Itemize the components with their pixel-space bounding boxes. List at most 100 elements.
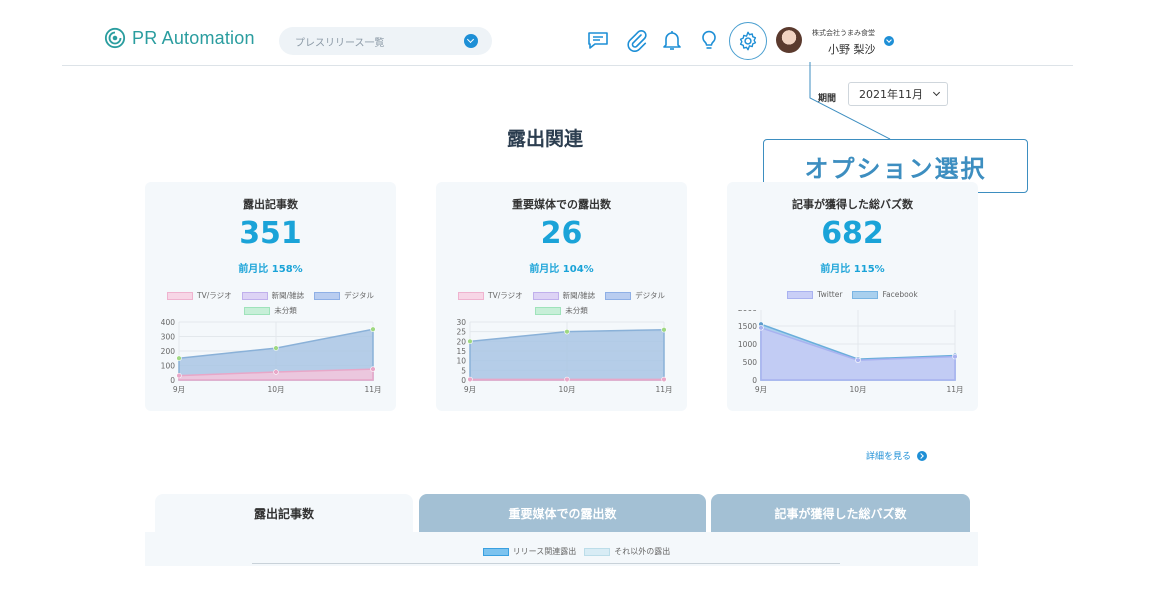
chat-icon[interactable] [586,28,610,52]
metric-card-articles: 露出記事数 351 前月比 158% TV/ラジオ 新聞/雑誌 デジタル 未分類 01… [145,182,396,411]
y-tick-label: 2000 [738,310,757,313]
legend-item: リリース関連露出 [482,546,577,557]
data-point [661,376,667,383]
y-tick-label: 5 [461,366,466,375]
legend-label: Twitter [817,290,843,299]
card-ratio: 前月比 104% [529,264,594,275]
y-tick-label: 400 [161,318,176,327]
x-tick-label: 11月 [364,385,381,394]
chevron-down-icon [464,34,478,48]
legend-swatch [787,290,814,299]
y-tick-label: 1000 [738,340,757,349]
y-tick-label: 10 [456,357,466,366]
data-point [370,326,376,332]
data-point [661,327,667,333]
legend-swatch [482,547,509,556]
nav-select[interactable]: プレスリリース一覧 [279,27,492,55]
tab-buzz[interactable]: 記事が獲得した総バズ数 [711,494,970,532]
chevron-down-icon [932,88,941,97]
legend-label: Facebook [882,290,918,299]
legend-swatch [605,291,632,300]
legend-swatch [532,291,559,300]
data-point [273,345,279,351]
y-tick-label: 20 [456,337,466,346]
legend-label: TV/ラジオ [197,291,232,300]
legend-swatch [458,291,484,300]
legend-swatch [852,290,879,299]
tab-important-media[interactable]: 重要媒体での露出数 [419,494,706,532]
lightbulb-icon[interactable] [697,28,721,52]
period-label: 期間 [818,94,837,104]
logo-text: PR Automation [132,27,255,48]
data-point [273,369,279,375]
arrow-right-icon [917,450,928,461]
x-tick-label: 10月 [849,385,866,394]
tab-label: 重要媒体での露出数 [508,506,617,521]
x-tick-label: 9月 [464,385,476,394]
legend-item[interactable]: デジタル [605,290,665,301]
series-area [469,328,665,381]
legend-label: 新聞/雑誌 [562,291,596,300]
detail-link[interactable]: 詳細を見る [866,449,928,462]
data-point [758,325,764,331]
logo-mark-icon [104,27,126,49]
legend-swatch [314,291,341,300]
card-value: 26 [540,216,583,251]
legend-label: それ以外の露出 [614,547,671,556]
gear-icon [739,31,757,51]
y-tick-label: 0 [461,376,466,385]
data-point [952,353,958,360]
card-value: 682 [821,216,884,251]
card-title: 露出記事数 [243,198,298,211]
detail-link-label: 詳細を見る [866,452,912,462]
y-tick-label: 200 [161,347,176,356]
gear-button[interactable] [729,22,767,60]
x-tick-label: 10月 [267,385,284,394]
data-point [467,338,473,345]
tab-label: 記事が獲得した総バズ数 [774,506,907,521]
user-name[interactable]: 小野 梨沙 [828,41,876,57]
legend-item[interactable]: TV/ラジオ [167,290,232,301]
period-select[interactable]: 2021年11月 [848,82,948,106]
legend-item[interactable]: Twitter [787,290,842,299]
legend-swatch [241,291,268,300]
y-tick-label: 30 [456,318,466,327]
legend-label: デジタル [344,291,374,300]
legend-item: それ以外の露出 [584,546,670,557]
y-tick-label: 0 [170,376,175,385]
x-tick-label: 11月 [946,385,963,394]
data-point [564,376,570,383]
nav-select-value: プレスリリース一覧 [295,37,385,49]
legend-item[interactable]: デジタル [314,290,374,301]
data-point [370,366,376,372]
legend-item[interactable]: 新聞/雑誌 [532,290,596,301]
y-tick-label: 1500 [738,322,757,331]
logo[interactable]: PR Automation [104,27,255,49]
data-point [564,328,570,335]
user-menu-chevron-icon[interactable] [884,36,894,46]
legend-label: デジタル [635,291,665,300]
y-tick-label: 15 [456,347,466,356]
annotation-text: オプション選択 [804,154,987,183]
legend-label: リリース関連露出 [512,547,577,556]
tab-articles[interactable]: 露出記事数 [155,494,413,532]
y-tick-label: 300 [161,333,176,342]
metric-card-buzz: 記事が獲得した総バズ数 682 前月比 115% Twitter Facebook… [727,182,978,411]
avatar[interactable] [776,27,802,53]
legend-swatch [584,547,611,556]
x-tick-label: 9月 [755,385,767,394]
legend-item[interactable]: TV/ラジオ [458,290,523,301]
y-tick-label: 25 [456,328,466,337]
company-name: 株式会社うまみ食堂 [812,29,875,37]
legend-item[interactable]: 新聞/雑誌 [241,290,304,301]
data-point [855,357,861,363]
card-ratio: 前月比 115% [820,264,885,275]
section-title: 露出関連 [506,128,583,150]
x-tick-label: 11月 [655,385,672,394]
paperclip-icon[interactable] [624,28,648,52]
y-tick-label: 0 [752,376,757,385]
metric-card-important-media: 重要媒体での露出数 26 前月比 104% TV/ラジオ 新聞/雑誌 デジタル 未分類… [436,182,687,411]
tab-label: 露出記事数 [253,506,314,521]
legend-item[interactable]: Facebook [852,290,918,299]
bell-icon[interactable] [660,28,684,52]
